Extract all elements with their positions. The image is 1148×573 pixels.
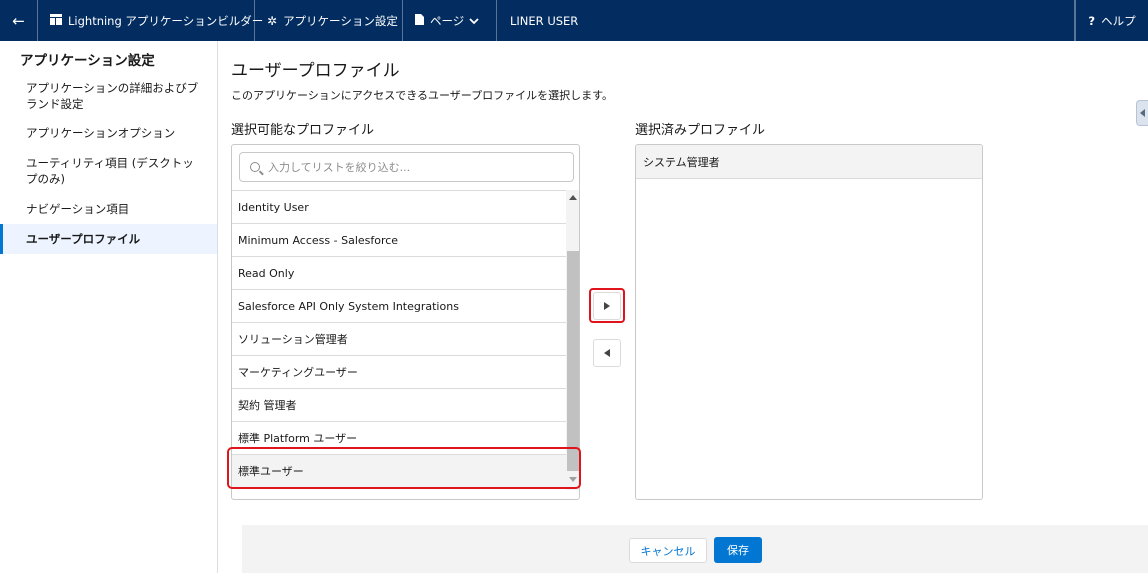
- help-label: ヘルプ: [1101, 13, 1136, 28]
- chevron-down-icon: [469, 14, 479, 28]
- list-item-selected[interactable]: 標準ユーザー: [232, 455, 566, 488]
- sidebar-item-app-options[interactable]: アプリケーションオプション: [0, 125, 217, 141]
- scroll-down-icon[interactable]: [569, 477, 577, 482]
- available-profiles-label: 選択可能なプロファイル: [231, 123, 375, 138]
- scroll-up-icon[interactable]: [569, 195, 577, 200]
- page-description: このアプリケーションにアクセスできるユーザープロファイルを選択します。: [231, 89, 614, 102]
- move-to-available-button[interactable]: [593, 339, 621, 367]
- list-item[interactable]: Read Only: [232, 257, 566, 290]
- help-icon: ?: [1088, 13, 1096, 28]
- search-placeholder: 入力してリストを絞り込む...: [268, 161, 411, 174]
- builder-menu[interactable]: Lightning アプリケーションビルダー: [38, 0, 263, 41]
- app-settings-menu[interactable]: ✲ アプリケーション設定: [255, 0, 403, 41]
- sidebar-title: アプリケーション設定: [20, 53, 155, 69]
- list-item[interactable]: ソリューション管理者: [232, 323, 566, 356]
- selected-profiles-label: 選択済みプロファイル: [635, 123, 766, 138]
- sidebar-item-details-branding[interactable]: アプリケーションの詳細およびブランド設定: [0, 80, 217, 112]
- gear-icon: ✲: [267, 13, 278, 28]
- list-item[interactable]: 標準 Platform ユーザー: [232, 422, 566, 455]
- app-name: LINER USER: [510, 13, 579, 28]
- back-arrow-icon: ←: [12, 11, 25, 30]
- settings-sidebar: アプリケーション設定 アプリケーションの詳細およびブランド設定 アプリケーション…: [0, 41, 218, 573]
- list-item[interactable]: Salesforce API Only System Integrations: [232, 290, 566, 323]
- arrow-right-icon: [604, 302, 610, 310]
- top-bar: ← Lightning アプリケーションビルダー ✲ アプリケーション設定 ペー…: [0, 0, 1148, 41]
- list-item[interactable]: Identity User: [232, 191, 566, 224]
- list-item[interactable]: システム管理者: [636, 145, 982, 179]
- available-profiles-list: Identity User Minimum Access - Salesforc…: [232, 190, 566, 499]
- arrow-left-icon: [604, 349, 610, 357]
- sidebar-item-utility-items[interactable]: ユーティリティ項目 (デスクトップのみ): [0, 155, 217, 187]
- search-icon: [250, 162, 260, 172]
- sidebar-item-user-profiles[interactable]: ユーザープロファイル: [0, 224, 217, 254]
- list-scrollbar-thumb[interactable]: [567, 251, 579, 471]
- list-item[interactable]: マーケティングユーザー: [232, 356, 566, 389]
- list-item[interactable]: Minimum Access - Salesforce: [232, 224, 566, 257]
- available-profiles-listbox: 入力してリストを絞り込む... Identity User Minimum Ac…: [231, 144, 580, 500]
- pages-label: ページ: [430, 13, 465, 28]
- move-to-selected-button[interactable]: [593, 292, 621, 320]
- page-title: ユーザープロファイル: [231, 61, 400, 81]
- builder-icon: [50, 14, 62, 27]
- search-input[interactable]: 入力してリストを絞り込む...: [239, 152, 574, 182]
- panel-collapse-tab[interactable]: [1136, 100, 1148, 126]
- list-item[interactable]: 契約 管理者: [232, 389, 566, 422]
- back-button[interactable]: ←: [0, 0, 38, 41]
- page-icon: [415, 14, 424, 27]
- save-button[interactable]: 保存: [714, 537, 762, 563]
- app-name-label: LINER USER: [497, 0, 1075, 41]
- pages-dropdown[interactable]: ページ: [403, 0, 497, 41]
- cancel-button[interactable]: キャンセル: [629, 538, 707, 563]
- app-settings-label: アプリケーション設定: [283, 13, 398, 28]
- builder-label: Lightning アプリケーションビルダー: [68, 13, 264, 28]
- help-button[interactable]: ? ヘルプ: [1075, 0, 1148, 41]
- sidebar-item-navigation-items[interactable]: ナビゲーション項目: [0, 201, 217, 217]
- selected-profiles-listbox: システム管理者: [635, 144, 983, 500]
